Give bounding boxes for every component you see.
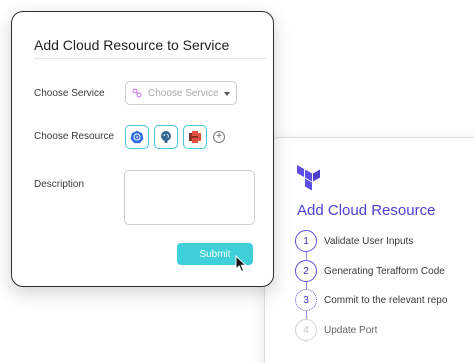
step-number: 3 <box>295 289 317 311</box>
step-label: Generating Terafform Code <box>324 265 445 277</box>
description-label: Description <box>34 179 85 190</box>
add-resource-dialog: Add Cloud Resource to Service Choose Ser… <box>11 11 274 287</box>
kubernetes-icon <box>130 130 144 144</box>
resource-option-kubernetes[interactable] <box>125 125 149 149</box>
postgresql-icon <box>161 131 171 143</box>
resource-label: Choose Resource <box>34 131 115 142</box>
step-label: Commit to the relevant repo <box>324 294 448 306</box>
step-item-4: 4 Update Port <box>295 319 377 341</box>
step-item-2: 2 Generating Terafform Code <box>295 260 445 282</box>
chevron-down-icon <box>224 92 230 96</box>
resource-option-postgresql[interactable] <box>154 125 178 149</box>
service-select[interactable]: Choose Service <box>125 81 237 105</box>
service-label: Choose Service <box>34 88 105 99</box>
mouse-cursor-icon <box>235 255 247 273</box>
step-number: 1 <box>295 230 317 252</box>
dialog-title: Add Cloud Resource to Service <box>34 37 230 53</box>
step-number: 4 <box>295 319 317 341</box>
step-item-1: 1 Validate User Inputs <box>295 230 413 252</box>
service-icon <box>132 88 142 98</box>
terraform-logo <box>297 165 320 191</box>
divider <box>34 58 266 59</box>
aws-s3-icon <box>189 131 201 143</box>
step-label: Validate User Inputs <box>324 235 414 247</box>
terraform-progress-panel: Add Cloud Resource 1 Validate User Input… <box>264 137 474 363</box>
add-resource-button[interactable]: + <box>213 131 225 143</box>
service-select-placeholder: Choose Service <box>148 87 219 99</box>
step-item-3: 3 Commit to the relevant repo <box>295 289 447 311</box>
panel-title: Add Cloud Resource <box>297 202 436 219</box>
step-number: 2 <box>295 260 317 282</box>
step-label: Update Port <box>324 324 378 336</box>
resource-option-aws-s3[interactable] <box>183 125 207 149</box>
description-textarea[interactable] <box>124 170 255 225</box>
